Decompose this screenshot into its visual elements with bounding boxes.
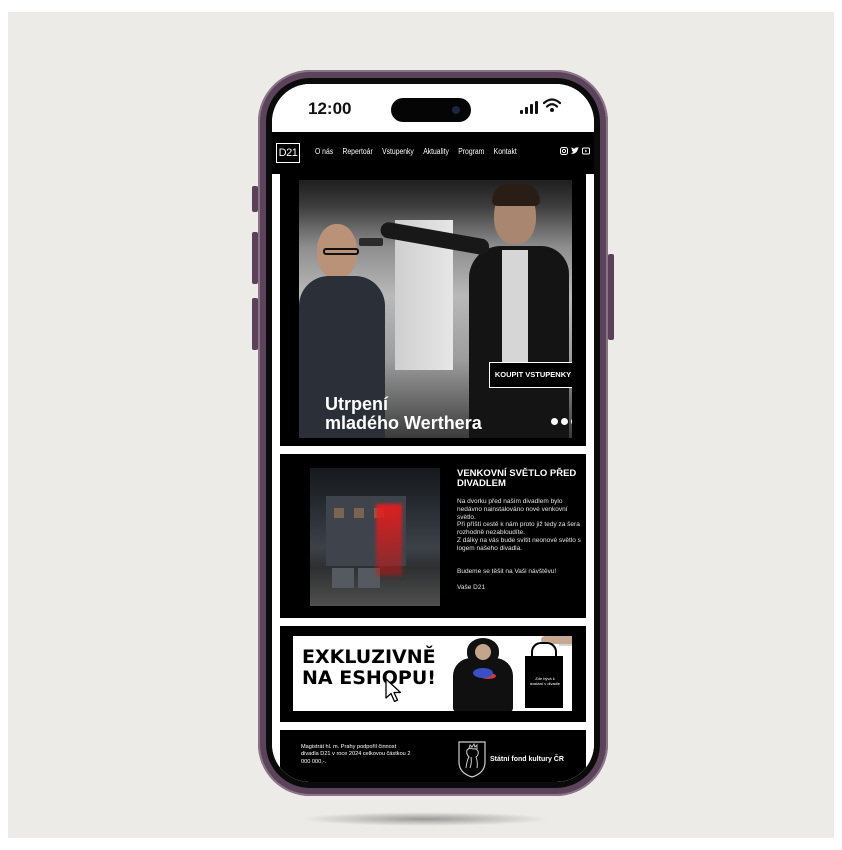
dynamic-island (391, 98, 471, 122)
footer-support-text: Magistrát hl. m. Prahy podpořil činnost … (301, 744, 411, 765)
status-time: 12:00 (308, 99, 352, 118)
hero-photo: KOUPIT VSTUPENKY Utrpení mladého Werther… (299, 180, 572, 438)
news-greeting: Budeme se těšit na Vaši návštěvu! (457, 568, 557, 576)
window (334, 508, 344, 518)
buy-tickets-button[interactable]: KOUPIT VSTUPENKY (489, 362, 572, 388)
hero-photo-gun (359, 238, 383, 246)
cellular-signal-icon (520, 100, 538, 114)
nav-item-aktuality[interactable]: Aktuality (423, 147, 449, 156)
news-paragraph: Při příští cestě k nám proto již tedy za… (457, 521, 580, 537)
czech-lion-emblem-icon (458, 741, 486, 778)
news-paragraph: Z dálky na vás bude svítit neonové světl… (457, 536, 581, 552)
phone-screen: 12:00 D21 O nás Repertoár Vstupenky Aktu… (272, 84, 594, 782)
news-title: VENKOVNÍ SVĚTLO PŘED DIVADLEM (457, 468, 577, 489)
slider-dot[interactable] (561, 418, 568, 425)
hero-title-line1: Utrpení (325, 394, 388, 414)
eshop-headline: EXKLUZIVNĚ NA ESHOPU! (302, 647, 436, 689)
twitter-icon[interactable] (571, 147, 579, 155)
phone-shadow (300, 812, 550, 826)
neon-light (376, 504, 402, 576)
phone-bezel: 12:00 D21 O nás Repertoár Vstupenky Aktu… (266, 78, 600, 788)
footer-card: Magistrát hl. m. Prahy podpořil činnost … (280, 730, 586, 782)
window (354, 508, 364, 518)
youtube-icon[interactable] (582, 147, 590, 155)
wifi-icon (543, 98, 561, 112)
garage-door (332, 568, 354, 588)
nav-item-program[interactable]: Program (458, 147, 484, 156)
power-button (608, 254, 614, 340)
d21-logo[interactable]: D21 (276, 143, 300, 163)
nav-menu: O nás Repertoár Vstupenky Aktuality Prog… (315, 147, 517, 156)
hero-title-line2: mladého Werthera (325, 413, 482, 433)
mouse-pointer-icon (385, 678, 402, 703)
slider-dot[interactable] (571, 418, 572, 425)
slider-dot[interactable] (551, 418, 558, 425)
hero-card: KOUPIT VSTUPENKY Utrpení mladého Werther… (280, 174, 586, 446)
hoodie-product-photo (453, 638, 513, 711)
hero-slider-dots (551, 418, 572, 425)
eshop-banner[interactable]: EXKLUZIVNĚ NA ESHOPU! Zde bývá k dostání… (293, 636, 572, 711)
nav-item-kontakt[interactable]: Kontakt (494, 147, 517, 156)
hero-title: Utrpení mladého Werthera (325, 395, 535, 433)
nav-item-repertoar[interactable]: Repertoár (342, 147, 372, 156)
eshop-headline-line2: NA ESHOPU! (302, 667, 436, 689)
footer-fund-label: Státní fond kultury ČR (490, 756, 564, 763)
instagram-icon[interactable] (560, 147, 568, 155)
news-paragraph: Na dvorku před naším divadlem bylo nedáv… (457, 498, 568, 521)
tote-bag-print: Zde bývá k dostání v divadle (529, 676, 561, 686)
news-photo (310, 468, 440, 606)
news-signature: Vaše D21 (457, 583, 486, 591)
news-body: Na dvorku před naším divadlem bylo nedáv… (457, 498, 581, 592)
nav-item-vstupenky[interactable]: Vstupenky (382, 147, 414, 156)
social-links (560, 147, 590, 155)
news-card: VENKOVNÍ SVĚTLO PŘED DIVADLEM Na dvorku … (280, 454, 586, 618)
status-bar: 12:00 (272, 84, 594, 132)
eshop-banner-card: EXKLUZIVNĚ NA ESHOPU! Zde bývá k dostání… (280, 626, 586, 722)
page-content: KOUPIT VSTUPENKY Utrpení mladého Werther… (272, 174, 594, 782)
site-navbar: D21 O nás Repertoár Vstupenky Aktuality … (272, 132, 594, 174)
eshop-headline-line1: EXKLUZIVNĚ (302, 646, 436, 668)
front-camera (452, 106, 460, 114)
phone-mockup: 12:00 D21 O nás Repertoár Vstupenky Aktu… (258, 70, 608, 796)
nav-item-o-nas[interactable]: O nás (315, 147, 333, 156)
